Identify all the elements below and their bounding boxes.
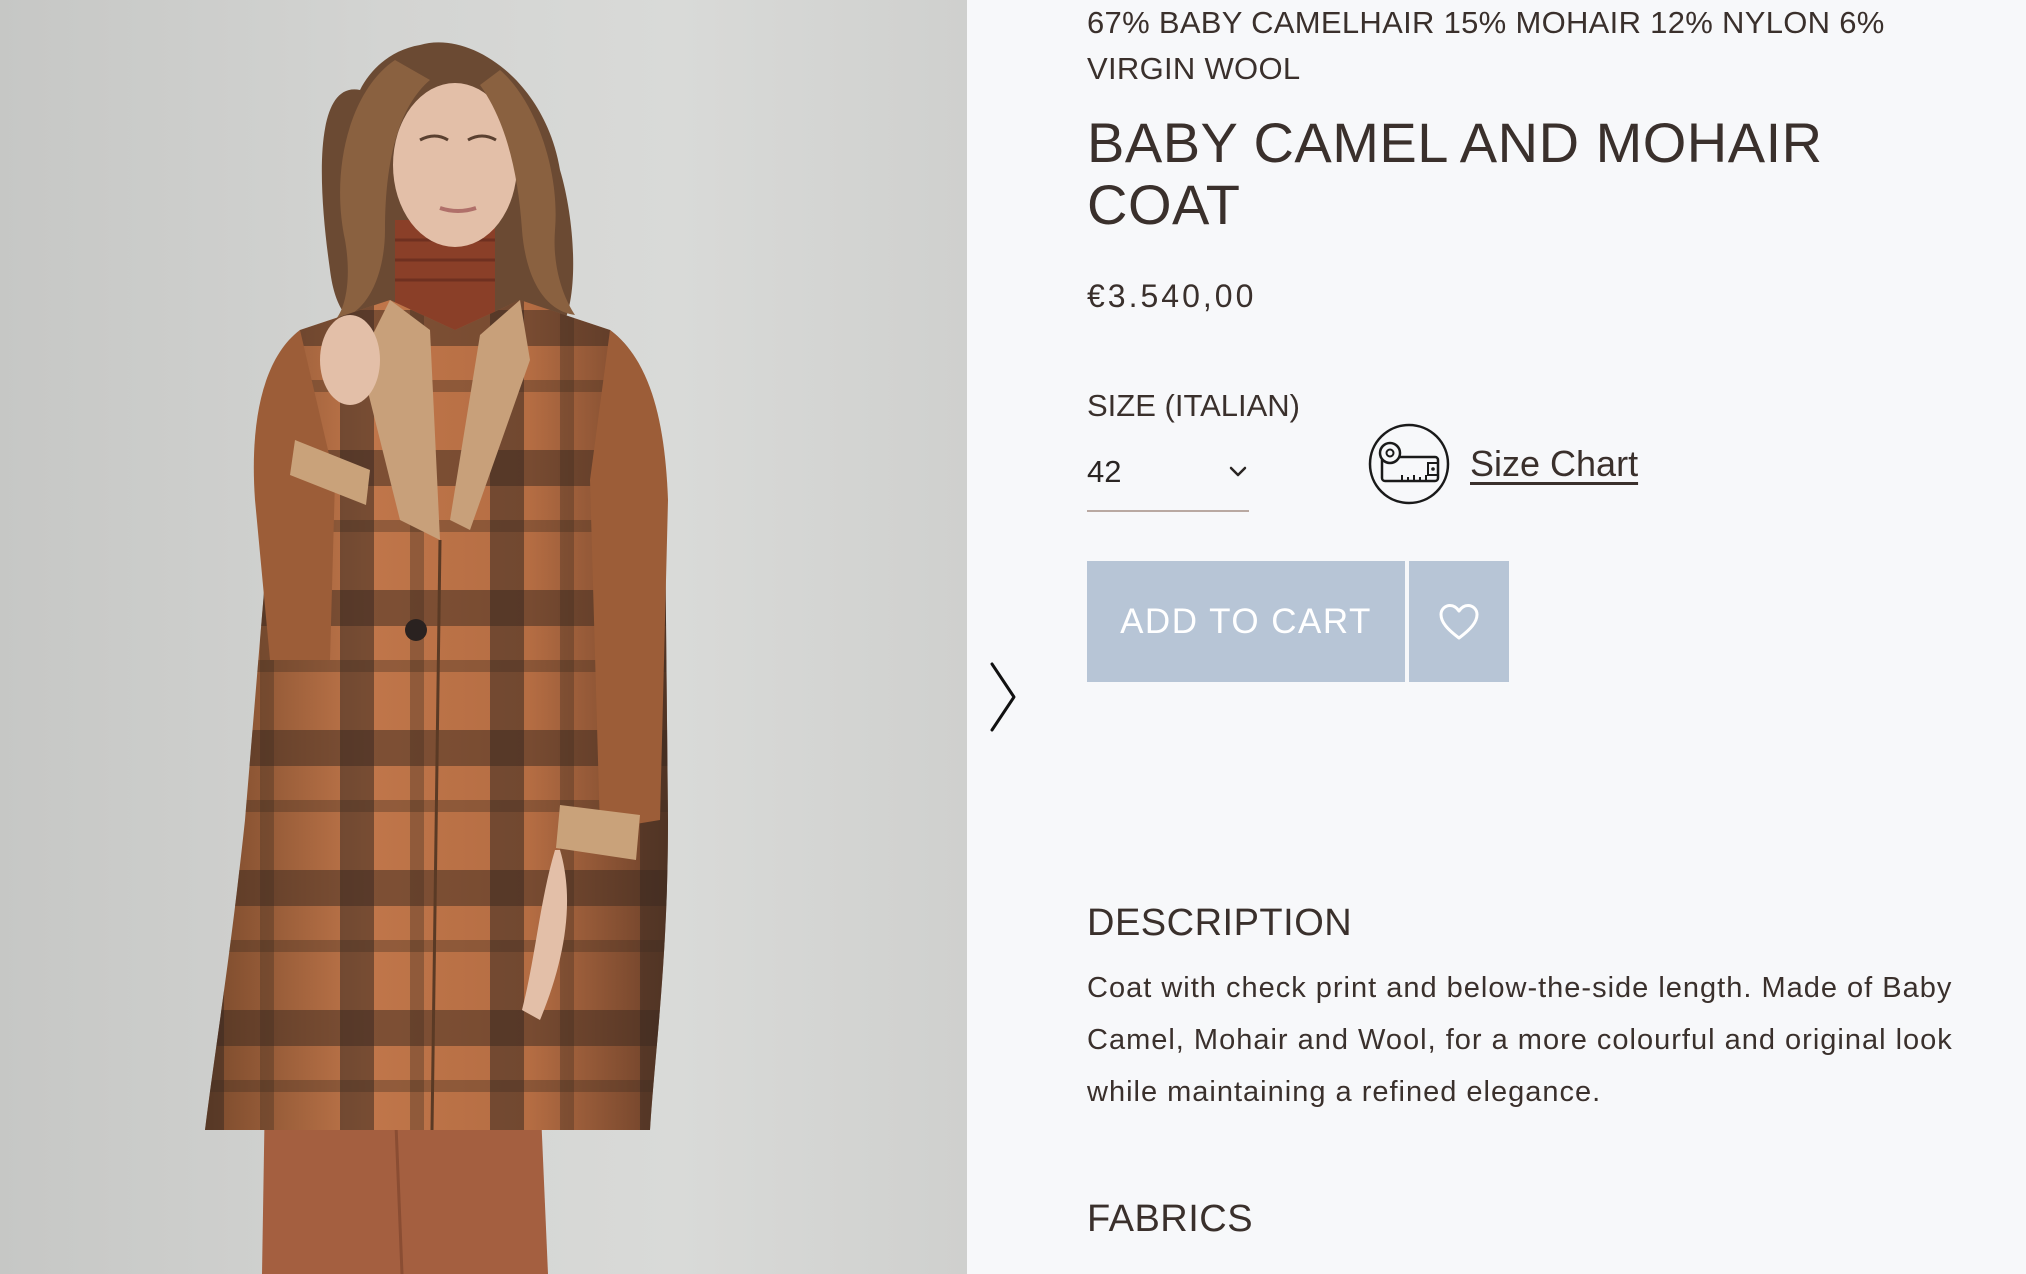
size-select[interactable]: 42: [1087, 448, 1249, 512]
add-to-cart-button[interactable]: ADD TO CART: [1087, 561, 1405, 682]
product-image-gallery[interactable]: [0, 0, 967, 1274]
chevron-down-icon: [1229, 466, 1247, 477]
size-chart-label: Size Chart: [1470, 443, 1639, 484]
description-text: Coat with check print and below-the-side…: [1087, 972, 1953, 1108]
product-title: BABY CAMEL AND MOHAIR COAT: [1087, 111, 1823, 236]
product-photo: [205, 42, 668, 1274]
size-selected-value: 42: [1087, 454, 1122, 489]
product-page: 67% BABY CAMELHAIR 15% MOHAIR 12% NYLON …: [0, 0, 2026, 1274]
chevron-right-icon[interactable]: [984, 660, 1020, 734]
description-heading: DESCRIPTION: [1087, 902, 1353, 944]
fabrics-heading: FABRICS: [1087, 1198, 1254, 1240]
product-composition: 67% BABY CAMELHAIR 15% MOHAIR 12% NYLON …: [1087, 5, 1885, 86]
size-label: SIZE (ITALIAN): [1087, 388, 1301, 423]
wishlist-button[interactable]: [1409, 561, 1509, 682]
heart-icon: [1439, 603, 1479, 639]
size-chart-link[interactable]: Size Chart: [1368, 423, 1638, 505]
product-price: €3.540,00: [1087, 278, 1257, 314]
measuring-tape-icon: [1368, 423, 1450, 505]
